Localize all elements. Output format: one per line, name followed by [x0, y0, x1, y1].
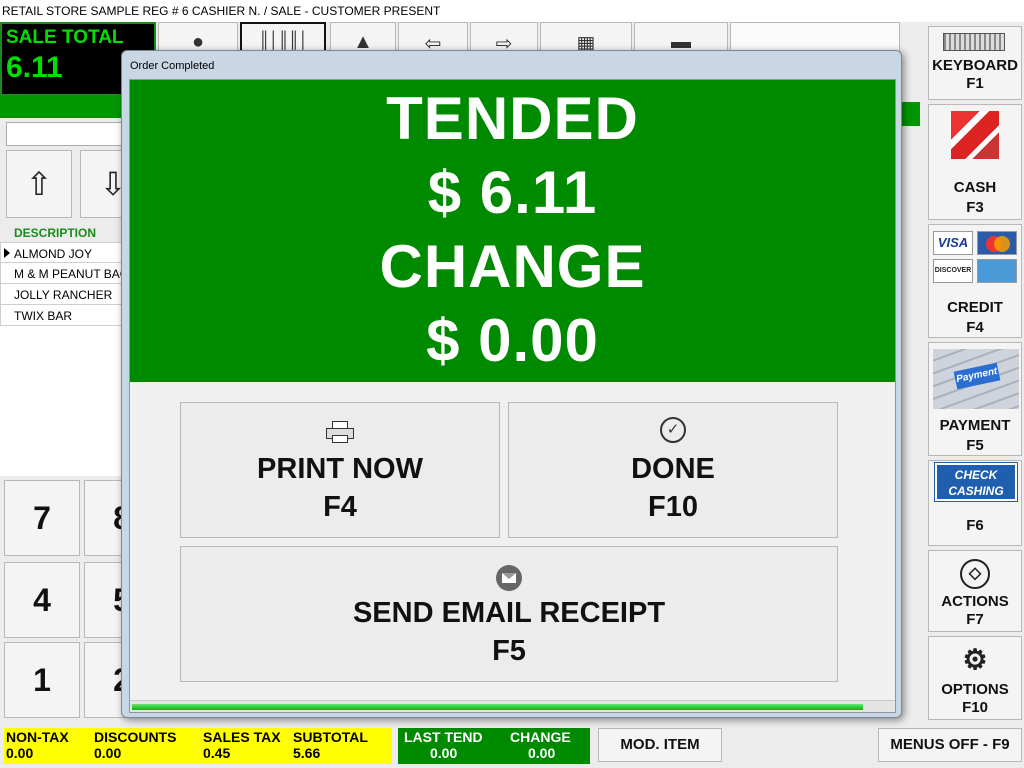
scroll-up-button[interactable]: ⇧ [6, 150, 72, 218]
check-cashing-button[interactable]: CHECK CASHING F6 [928, 460, 1022, 546]
order-completed-dialog: Order Completed TENDED $ 6.11 CHANGE $ 0… [121, 50, 902, 718]
last-tend-label: LAST TEND [404, 729, 483, 745]
send-email-receipt-label: SEND EMAIL RECEIPT [352, 597, 666, 629]
item-description: JOLLY RANCHER [14, 288, 113, 302]
tended-panel: TENDED $ 6.11 CHANGE $ 0.00 [130, 80, 895, 382]
send-email-receipt-button[interactable]: SEND EMAIL RECEIPT F5 [180, 546, 838, 682]
check-cashing-icon: CHECK CASHING [934, 462, 1018, 502]
menus-off-button[interactable]: MENUS OFF - F9 [878, 728, 1022, 762]
item-list-empty-area [0, 326, 124, 476]
pos-screen: RETAIL STORE SAMPLE REG # 6 CASHIER N. /… [0, 0, 1024, 768]
sale-total-value: 6.11 [6, 51, 63, 84]
change-label: CHANGE [510, 729, 571, 745]
done-key: F10 [648, 491, 698, 523]
options-label: OPTIONS [941, 681, 1009, 698]
list-item[interactable]: ALMOND JOY [0, 242, 124, 263]
dialog-body: TENDED $ 6.11 CHANGE $ 0.00 PRINT NOW F4… [129, 79, 896, 713]
dialog-title: Order Completed [130, 60, 215, 72]
visa-card-icon: VISA [933, 231, 973, 255]
tended-amount: $ 6.11 [427, 159, 598, 226]
done-label: DONE [631, 453, 715, 485]
sales-tax-label: SALES TAX [203, 729, 281, 745]
subtotal-label: SUBTOTAL [293, 729, 368, 745]
keypad-key-7[interactable]: 7 [4, 480, 80, 556]
cash-button[interactable]: CASH F3 [928, 104, 1022, 220]
mail-icon [496, 565, 522, 591]
subtotal-value: 5.66 [293, 745, 321, 761]
print-now-label: PRINT NOW [257, 453, 423, 485]
send-email-receipt-key: F5 [492, 635, 526, 667]
options-key: F10 [962, 699, 988, 716]
totals-panel: NON-TAX 0.00 DISCOUNTS 0.00 SALES TAX 0.… [4, 728, 392, 764]
sale-total-label: SALE TOTAL [6, 27, 124, 48]
progress-bar [130, 700, 895, 712]
tender-panel: LAST TEND 0.00 CHANGE 0.00 [398, 728, 590, 764]
item-description: TWIX BAR [14, 309, 73, 323]
print-now-key: F4 [323, 491, 357, 523]
barcode-icon: ║│║║│ [258, 32, 308, 49]
keypad-key-1[interactable]: 1 [4, 642, 80, 718]
up-arrow-icon: ⇧ [25, 166, 53, 202]
options-button[interactable]: ⚙ OPTIONS F10 [928, 636, 1022, 720]
non-tax-label: NON-TAX [6, 729, 69, 745]
discounts-label: DISCOUNTS [94, 729, 177, 745]
check-cashing-key: F6 [966, 517, 984, 534]
payment-key-text: Payment [953, 362, 1001, 390]
cash-label: CASH [953, 179, 997, 196]
discounts-value: 0.00 [94, 745, 122, 761]
print-now-button[interactable]: PRINT NOW F4 [180, 402, 500, 538]
cash-icon [951, 111, 999, 159]
item-description: M & M PEANUT BAG [14, 267, 124, 281]
actions-icon: ◇ [960, 559, 990, 589]
progress-fill [132, 704, 863, 710]
sales-tax-value: 0.45 [203, 745, 231, 761]
done-button[interactable]: ✓ DONE F10 [508, 402, 838, 538]
description-column-header: DESCRIPTION [14, 226, 97, 240]
non-tax-value: 0.00 [6, 745, 34, 761]
item-list: ALMOND JOY M & M PEANUT BAG JOLLY RANCHE… [0, 242, 124, 326]
gear-icon: ⚙ [962, 644, 988, 675]
checkmark-icon: ✓ [660, 417, 686, 443]
mastercard-icon [977, 231, 1017, 255]
last-tend-value: 0.00 [430, 745, 458, 761]
credit-button[interactable]: VISA DISCOVER CREDIT F4 [928, 224, 1022, 338]
list-item[interactable]: JOLLY RANCHER [0, 284, 124, 305]
change-label: CHANGE [379, 233, 646, 300]
payment-button[interactable]: Payment PAYMENT F5 [928, 342, 1022, 456]
change-value: 0.00 [528, 745, 556, 761]
payment-key: F5 [966, 437, 984, 454]
change-amount: $ 0.00 [426, 307, 599, 374]
mod-item-button[interactable]: MOD. ITEM [598, 728, 722, 762]
discover-card-icon: DISCOVER [933, 259, 973, 283]
credit-label: CREDIT [947, 299, 1003, 316]
payment-key-icon: Payment [933, 349, 1019, 409]
cash-key: F3 [966, 199, 984, 216]
keypad-key-4[interactable]: 4 [4, 562, 80, 638]
tended-label: TENDED [386, 85, 639, 152]
keyboard-button[interactable]: KEYBOARD F1 [928, 26, 1022, 100]
list-item[interactable]: TWIX BAR [0, 305, 124, 326]
keyboard-key: F1 [966, 75, 984, 92]
credit-key: F4 [966, 319, 984, 336]
window-title: RETAIL STORE SAMPLE REG # 6 CASHIER N. /… [0, 0, 1024, 22]
amex-card-icon [977, 259, 1017, 283]
printer-icon [326, 421, 354, 443]
payment-label: PAYMENT [939, 417, 1011, 434]
item-search-input[interactable] [6, 122, 126, 146]
list-item[interactable]: M & M PEANUT BAG [0, 263, 124, 284]
actions-label: ACTIONS [941, 593, 1009, 610]
selected-row-marker-icon [4, 248, 10, 258]
actions-button[interactable]: ◇ ACTIONS F7 [928, 550, 1022, 632]
item-description: ALMOND JOY [14, 247, 93, 261]
keyboard-label: KEYBOARD [932, 57, 1018, 74]
keyboard-icon [943, 33, 1005, 51]
actions-key: F7 [966, 611, 984, 628]
